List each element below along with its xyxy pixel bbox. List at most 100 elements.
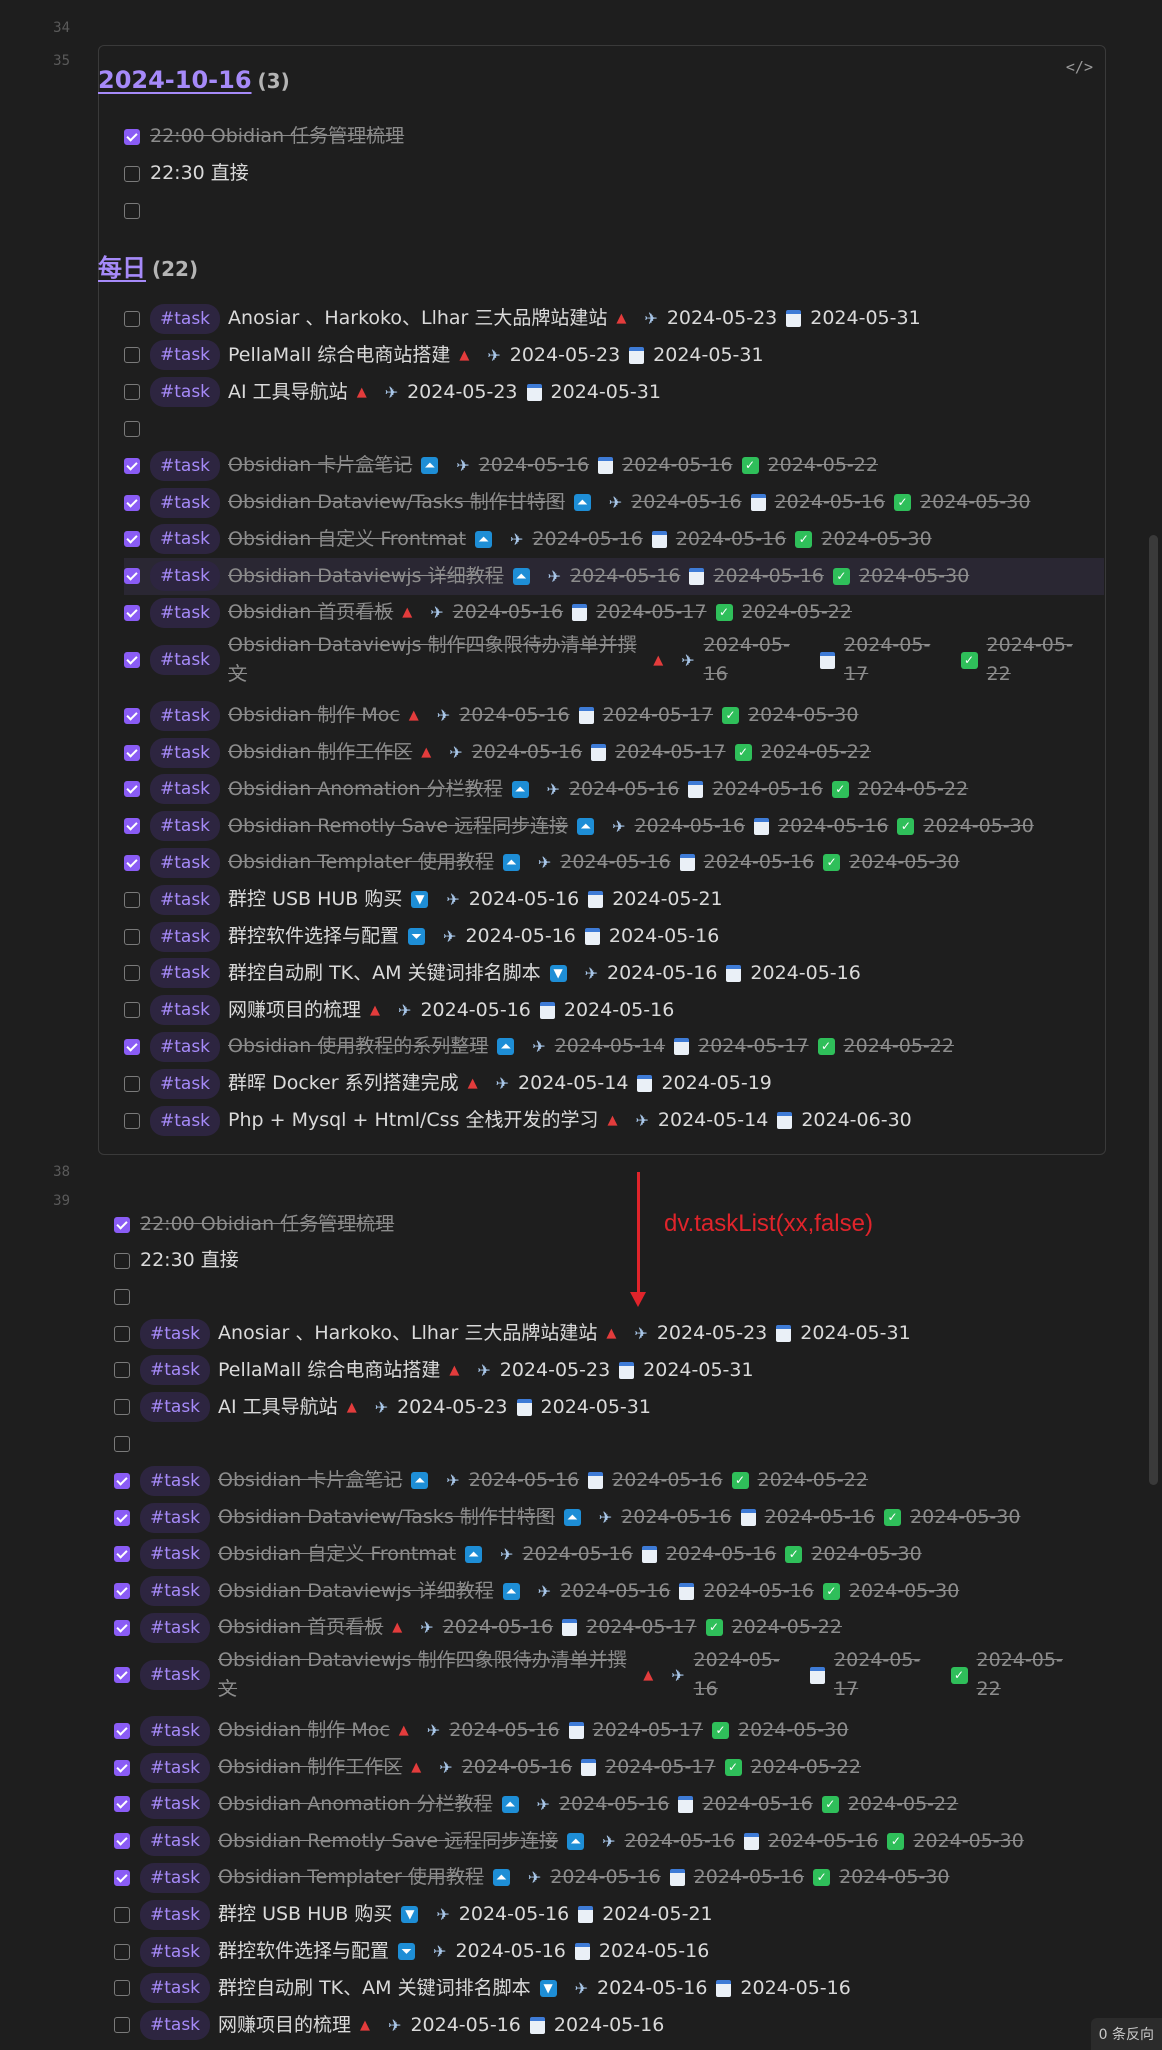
task-tag[interactable]: #task [140, 1752, 211, 1783]
task-checkbox[interactable] [124, 457, 140, 474]
task-checkbox[interactable] [124, 128, 140, 145]
task-checkbox[interactable] [124, 347, 140, 364]
task-checkbox[interactable] [124, 1038, 140, 1055]
scrollbar[interactable] [1149, 535, 1158, 1485]
task-tag[interactable]: #task [150, 921, 221, 952]
task-checkbox[interactable] [114, 1980, 130, 1997]
task-checkbox[interactable] [124, 854, 140, 871]
task-tag[interactable]: #task [140, 1862, 211, 1893]
task-tag[interactable]: #task [140, 1465, 211, 1496]
task-checkbox[interactable] [124, 928, 140, 945]
task-tag[interactable]: #task [150, 995, 221, 1026]
task-checkbox[interactable] [114, 1583, 130, 1600]
task-checkbox[interactable] [124, 165, 140, 182]
task-tag[interactable]: #task [140, 1973, 211, 2004]
task-checkbox[interactable] [124, 202, 140, 219]
task-checkbox[interactable] [114, 1759, 130, 1776]
task-tag[interactable]: #task [150, 1105, 221, 1136]
task-tag[interactable]: #task [150, 377, 221, 408]
check-icon: ✓ [887, 1832, 905, 1850]
task-tag[interactable]: #task [150, 303, 221, 334]
task-tag[interactable]: #task [150, 737, 221, 768]
task-checkbox[interactable] [124, 1002, 140, 1019]
task-checkbox[interactable] [124, 494, 140, 511]
task-start-date: 2024-05-16 [410, 2013, 521, 2036]
task-checkbox[interactable] [124, 652, 140, 669]
task-tag[interactable]: #task [140, 1660, 211, 1691]
task-tag[interactable]: #task [150, 340, 221, 371]
task-item: #task Obsidian 制作 Moc ▲ ✈ 2024-05-16 2024-05-… [114, 1712, 848, 1749]
task-checkbox[interactable] [114, 1288, 130, 1305]
task-checkbox[interactable] [114, 1509, 130, 1526]
task-tag[interactable]: #task [150, 561, 221, 592]
task-tag[interactable]: #task [140, 1355, 211, 1386]
task-checkbox[interactable] [114, 1325, 130, 1342]
task-tag[interactable]: #task [150, 811, 221, 842]
task-checkbox[interactable] [124, 891, 140, 908]
task-tag[interactable]: #task [150, 1031, 221, 1062]
task-checkbox[interactable] [124, 818, 140, 835]
task-tag[interactable]: #task [140, 1936, 211, 1967]
task-checkbox[interactable] [124, 604, 140, 621]
task-checkbox[interactable] [124, 568, 140, 585]
priority-high-icon: ▲ [360, 2017, 371, 2033]
task-checkbox[interactable] [124, 531, 140, 548]
task-tag[interactable]: #task [150, 884, 221, 915]
task-checkbox[interactable] [114, 1833, 130, 1850]
task-tag[interactable]: #task [140, 1502, 211, 1533]
edit-code-icon[interactable]: </> [1066, 58, 1093, 76]
task-checkbox[interactable] [114, 1796, 130, 1813]
group-link-daily[interactable]: 每日 [98, 254, 146, 282]
task-item: 22:00 Obidian 任务管理梳理 [124, 118, 404, 155]
task-checkbox[interactable] [114, 1722, 130, 1739]
task-tag[interactable]: #task [140, 1318, 211, 1349]
task-checkbox[interactable] [114, 1472, 130, 1489]
task-checkbox[interactable] [114, 1869, 130, 1886]
task-checkbox[interactable] [124, 744, 140, 761]
task-checkbox[interactable] [114, 1943, 130, 1960]
task-tag[interactable]: #task [140, 2010, 211, 2041]
task-start-date: 2024-05-16 [522, 1542, 633, 1565]
task-start-date: 2024-05-14 [518, 1072, 629, 1095]
task-tag[interactable]: #task [140, 1612, 211, 1643]
task-checkbox[interactable] [124, 1112, 140, 1129]
task-tag[interactable]: #task [140, 1789, 211, 1820]
task-text: Obsidian Anomation 分栏教程 [228, 777, 503, 800]
task-checkbox[interactable] [124, 420, 140, 437]
task-checkbox[interactable] [124, 965, 140, 982]
task-tag[interactable]: #task [140, 1576, 211, 1607]
task-tag[interactable]: #task [150, 958, 221, 989]
task-checkbox[interactable] [114, 1435, 130, 1452]
task-tag[interactable]: #task [150, 450, 221, 481]
task-checkbox[interactable] [124, 1075, 140, 1092]
task-checkbox[interactable] [124, 781, 140, 798]
task-checkbox[interactable] [114, 1216, 130, 1233]
task-checkbox[interactable] [114, 1667, 130, 1684]
task-checkbox[interactable] [114, 1399, 130, 1416]
check-icon: ✓ [741, 457, 759, 475]
task-tag[interactable]: #task [150, 597, 221, 628]
task-checkbox[interactable] [114, 1906, 130, 1923]
task-tag[interactable]: #task [140, 1539, 211, 1570]
task-tag[interactable]: #task [150, 487, 221, 518]
task-checkbox[interactable] [114, 1252, 130, 1269]
task-checkbox[interactable] [114, 1362, 130, 1379]
task-tag[interactable]: #task [150, 645, 221, 676]
task-tag[interactable]: #task [140, 1826, 211, 1857]
task-tag[interactable]: #task [150, 700, 221, 731]
task-checkbox[interactable] [114, 2017, 130, 2034]
task-tag[interactable]: #task [150, 524, 221, 555]
task-checkbox[interactable] [114, 1619, 130, 1636]
task-tag[interactable]: #task [140, 1899, 211, 1930]
task-tag[interactable]: #task [150, 1068, 221, 1099]
task-checkbox[interactable] [124, 707, 140, 724]
task-checkbox[interactable] [114, 1546, 130, 1563]
task-checkbox[interactable] [124, 310, 140, 327]
task-tag[interactable]: #task [140, 1715, 211, 1746]
task-tag[interactable]: #task [140, 1392, 211, 1423]
task-due-date: 2024-05-16 [713, 564, 824, 587]
task-tag[interactable]: #task [150, 774, 221, 805]
group-link-date[interactable]: 2024-10-16 [98, 66, 252, 94]
task-tag[interactable]: #task [150, 847, 221, 878]
task-checkbox[interactable] [124, 384, 140, 401]
